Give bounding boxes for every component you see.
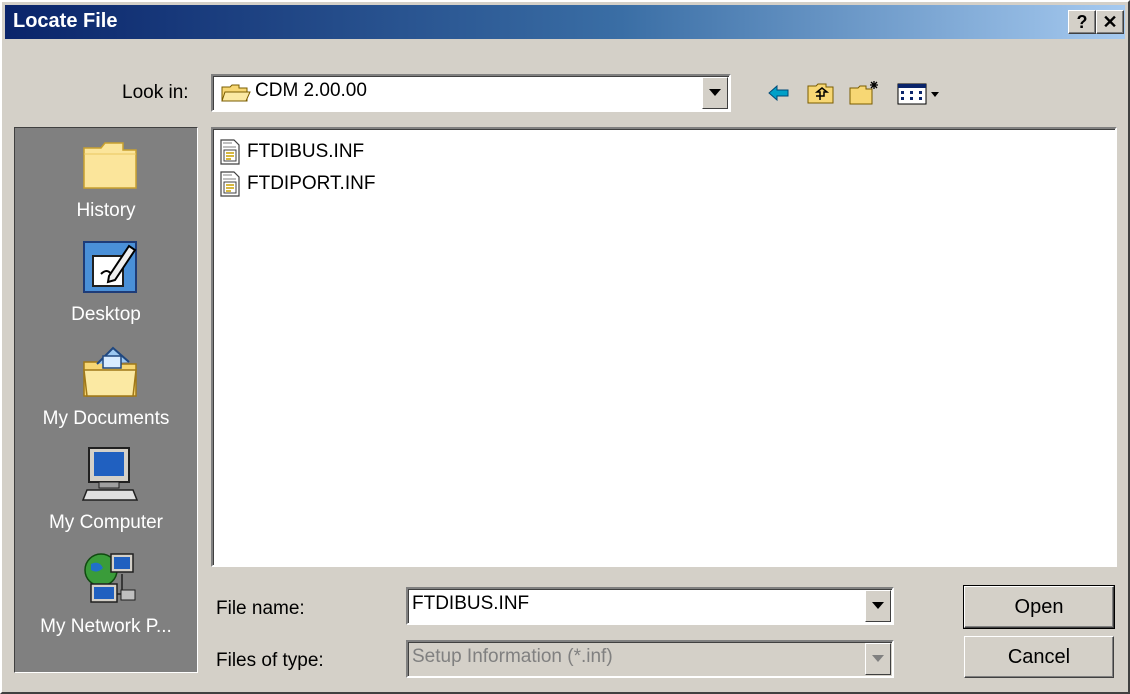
place-my-documents[interactable]: My Documents xyxy=(15,336,197,440)
chevron-down-icon xyxy=(872,655,884,662)
file-name-value: FTDIBUS.INF xyxy=(412,593,530,614)
close-button[interactable]: ✕ xyxy=(1096,10,1124,34)
chevron-down-icon xyxy=(709,89,721,96)
file-name-field[interactable]: FTDIBUS.INF xyxy=(406,587,894,625)
new-folder-icon[interactable] xyxy=(848,80,880,106)
files-of-type-dropdown[interactable]: Setup Information (*.inf) xyxy=(406,640,894,678)
place-label: My Documents xyxy=(42,408,170,429)
help-button[interactable]: ? xyxy=(1068,10,1096,34)
up-folder-icon[interactable] xyxy=(806,80,836,106)
files-of-type-value: Setup Information (*.inf) xyxy=(412,646,613,667)
open-button[interactable]: Open xyxy=(963,585,1115,629)
my-documents-icon xyxy=(83,346,137,397)
place-desktop[interactable]: Desktop xyxy=(15,232,197,336)
open-folder-icon xyxy=(221,84,251,102)
place-label: Desktop xyxy=(71,304,141,325)
chevron-down-icon xyxy=(872,602,884,609)
my-computer-icon xyxy=(81,447,139,501)
file-list[interactable]: FTDIBUS.INF FTDIPORT.INF xyxy=(211,127,1117,567)
files-of-type-dropdown-button[interactable] xyxy=(865,643,891,675)
inf-file-icon xyxy=(220,171,240,197)
file-name-dropdown-button[interactable] xyxy=(865,590,891,622)
view-menu-icon[interactable] xyxy=(896,80,944,106)
file-name-text: FTDIPORT.INF xyxy=(247,173,376,194)
look-in-dropdown-button[interactable] xyxy=(702,77,728,109)
files-of-type-label: Files of type: xyxy=(216,650,324,671)
place-label: My Computer xyxy=(48,512,164,533)
back-icon[interactable] xyxy=(766,80,792,106)
window-title: Locate File xyxy=(13,10,118,32)
places-bar: History Desktop My Documents My Computer… xyxy=(14,127,198,673)
place-my-computer[interactable]: My Computer xyxy=(15,440,197,544)
place-label: My Network P... xyxy=(40,616,172,637)
look-in-value: CDM 2.00.00 xyxy=(255,80,367,101)
place-my-network-places[interactable]: My Network P... xyxy=(15,544,197,648)
my-network-places-icon xyxy=(84,553,136,603)
place-history[interactable]: History xyxy=(15,128,197,232)
locate-file-dialog: Locate File ? ✕ Look in: CDM 2.00.00 His… xyxy=(0,0,1130,694)
look-in-label: Look in: xyxy=(122,82,189,103)
file-name-label: File name: xyxy=(216,598,305,619)
title-bar[interactable]: Locate File ? ✕ xyxy=(5,5,1125,39)
look-in-dropdown[interactable]: CDM 2.00.00 xyxy=(211,74,731,112)
history-folder-icon xyxy=(83,142,137,189)
file-name-text: FTDIBUS.INF xyxy=(247,141,365,162)
desktop-icon xyxy=(83,241,137,293)
cancel-button[interactable]: Cancel xyxy=(964,636,1114,678)
inf-file-icon xyxy=(220,139,240,165)
place-label: History xyxy=(76,200,136,221)
